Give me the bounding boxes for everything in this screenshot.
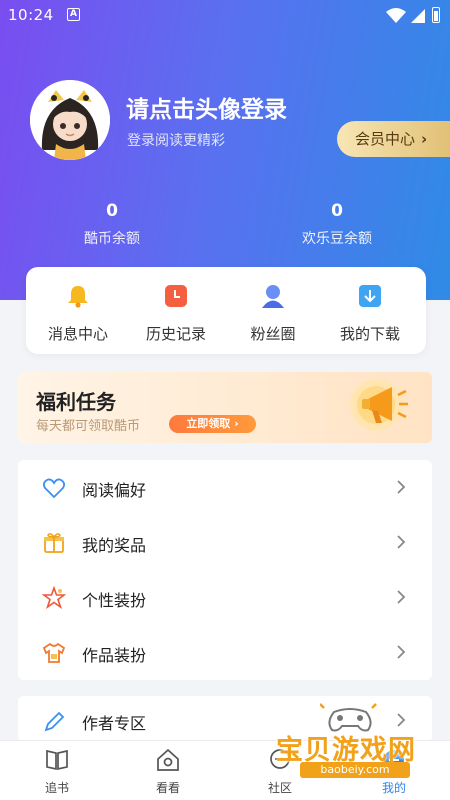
book-icon [46,749,68,771]
heart-icon [42,478,66,499]
menu-item-work-dressup[interactable]: 作品装扮 [18,625,432,679]
menu-item-reading-preference[interactable]: 阅读偏好 [18,460,432,514]
home-icon [157,748,179,771]
notification-a-icon: A [67,8,80,21]
menu-item-label: 个性装扮 [82,591,147,610]
coin-balance-value: 0 [106,201,118,221]
quick-actions-card: 消息中心 历史记录 粉丝圈 我的下载 [26,267,426,354]
vip-center-button[interactable]: 会员中心 › [337,121,450,157]
tab-label: 看看 [155,781,180,795]
welfare-task-banner[interactable]: 福利任务 每天都可领取酷币 立即领取 › [18,372,432,443]
quick-action-fans[interactable]: 粉丝圈 [228,283,318,344]
vip-center-label: 会员中心 [355,130,416,148]
star-icon [42,586,66,610]
menu-item-label: 阅读偏好 [82,481,147,500]
avatar[interactable] [30,80,110,160]
wifi-icon [386,8,406,23]
fans-icon [262,285,284,308]
status-time: 10:24 [8,6,54,24]
quick-action-label: 消息中心 [47,325,108,343]
watermark: 宝贝游戏网 baobeiy.com [276,700,448,782]
menu-item-personal-dressup[interactable]: 个性装扮 [18,570,432,624]
menu-item-label: 我的奖品 [82,536,147,555]
bean-balance-value: 0 [331,201,343,221]
megaphone-icon [350,379,408,431]
menu-item-label: 作者专区 [82,714,147,733]
quick-action-history[interactable]: 历史记录 [131,283,221,344]
tab-browse[interactable]: 看看 [138,747,198,796]
bell-icon [68,286,88,308]
quick-action-messages[interactable]: 消息中心 [33,283,123,344]
chevron-right-icon [397,645,406,659]
welfare-subtitle: 每天都可领取酷币 [36,419,141,434]
chevron-right-icon: › [421,130,428,148]
chevron-right-icon [397,535,406,549]
coin-balance-label: 酷币余额 [84,231,140,247]
status-bar: 10:24 A [0,0,450,32]
welfare-title: 福利任务 [36,390,116,414]
settings-menu: 阅读偏好 我的奖品 个性装扮 作品装扮 [18,460,432,680]
watermark-url: baobeiy.com [300,762,410,778]
quick-action-label: 我的下载 [339,325,400,343]
menu-item-label: 作品装扮 [82,646,147,665]
menu-item-my-prizes[interactable]: 我的奖品 [18,515,432,569]
gift-icon [44,533,64,553]
history-icon [165,285,187,307]
shirt-icon [42,642,66,663]
battery-icon [432,7,440,23]
avatar-illustration-icon [30,80,110,160]
quick-action-label: 历史记录 [145,325,206,343]
quick-action-label: 粉丝圈 [250,325,296,343]
bean-balance[interactable]: 0 欢乐豆余额 [277,201,397,248]
bean-balance-label: 欢乐豆余额 [302,231,372,247]
signal-icon [411,9,425,23]
pen-icon [44,711,65,732]
tab-label: 追书 [44,781,69,795]
claim-now-button[interactable]: 立即领取 › [169,415,256,433]
quick-action-downloads[interactable]: 我的下载 [325,283,415,344]
chevron-right-icon [397,480,406,494]
login-subtitle: 登录阅读更精彩 [127,133,225,149]
login-title[interactable]: 请点击头像登录 [126,90,287,124]
coin-balance[interactable]: 0 酷币余额 [52,201,172,248]
tab-follow-books[interactable]: 追书 [27,747,87,796]
download-icon [359,285,381,307]
chevron-right-icon [397,590,406,604]
